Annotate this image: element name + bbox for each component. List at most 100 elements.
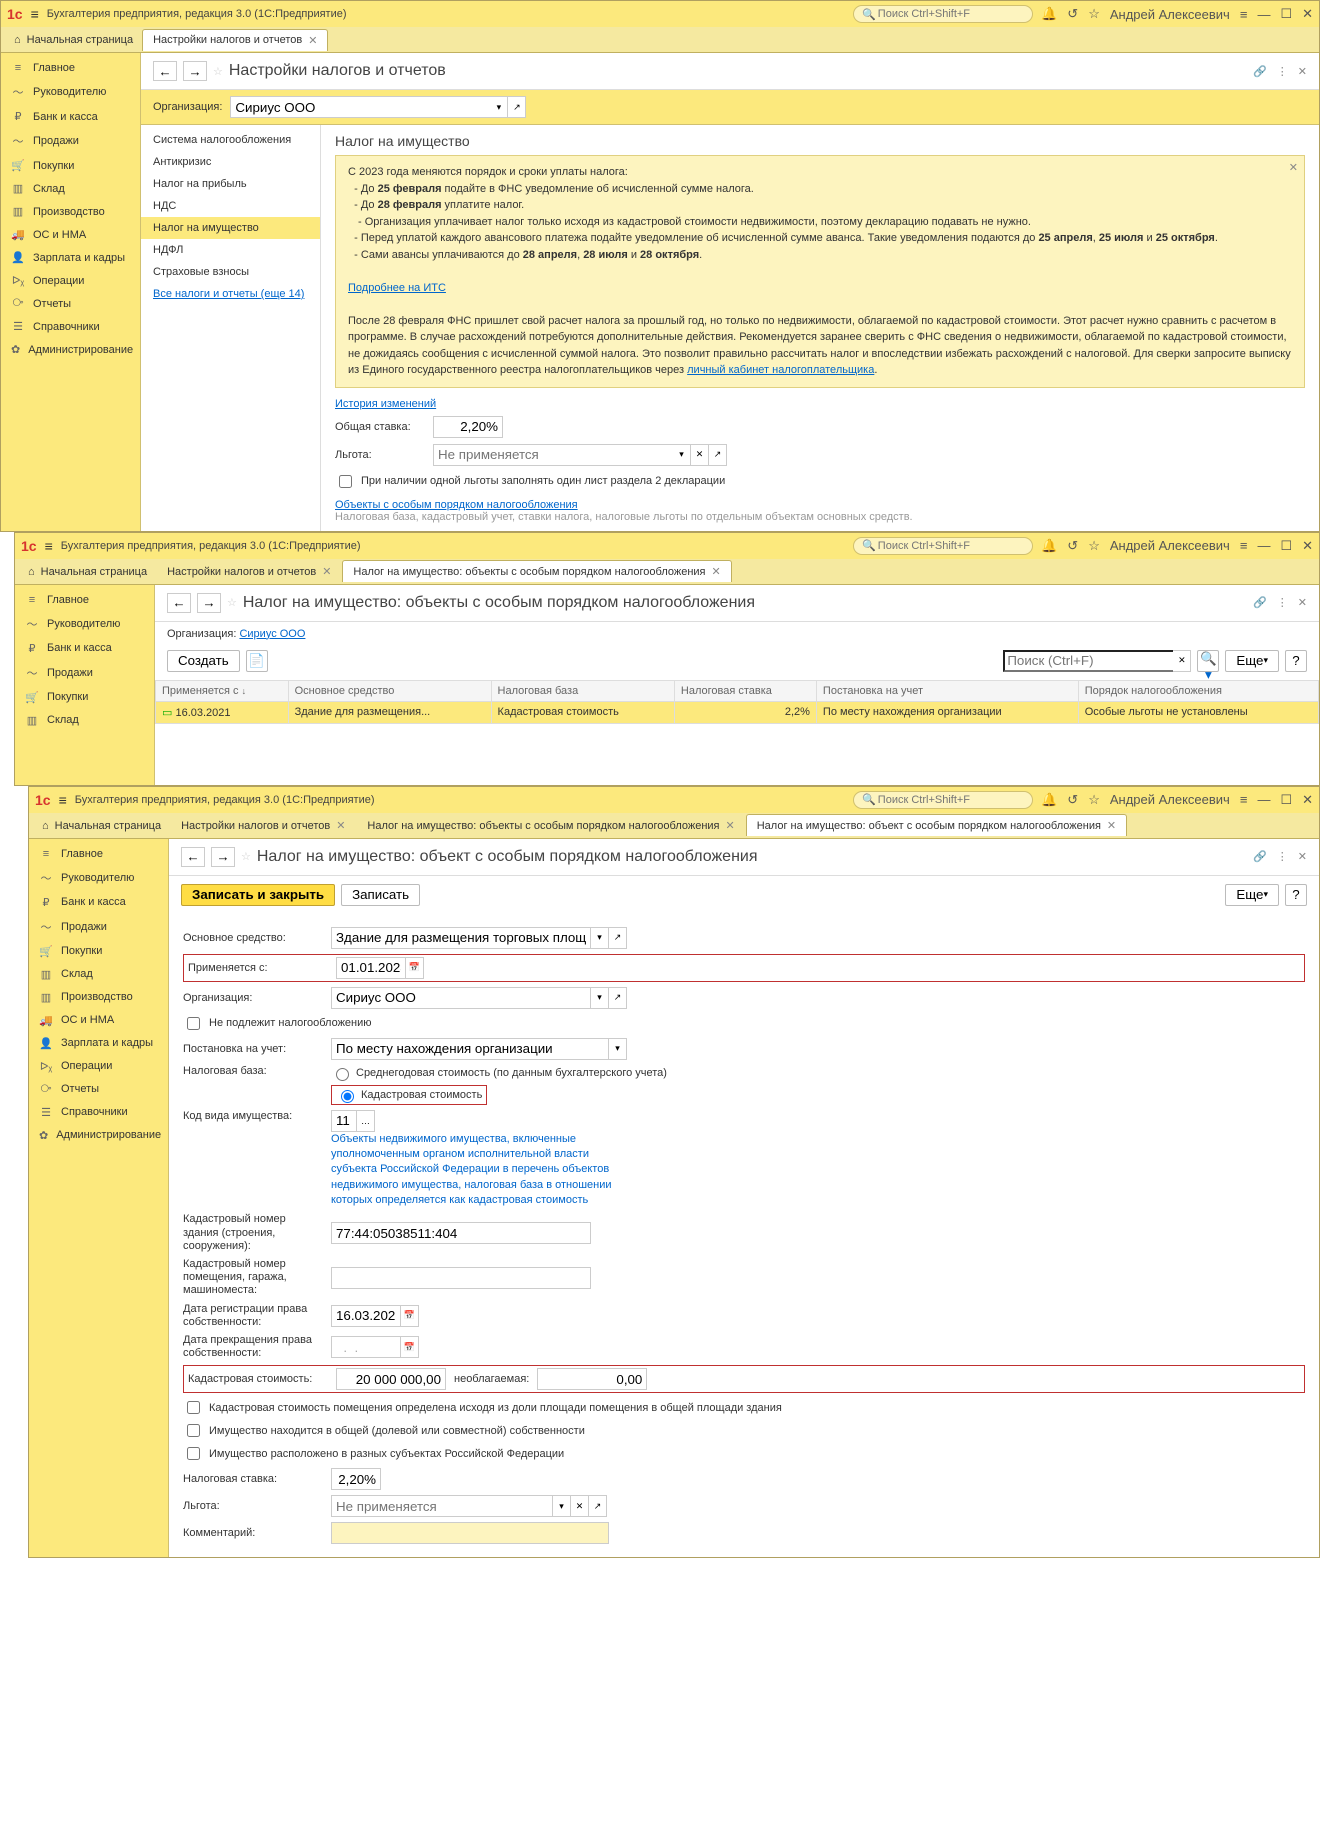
single-benefit-checkbox[interactable]	[339, 475, 352, 488]
back-button[interactable]: ←	[167, 593, 191, 613]
star-icon[interactable]: ☆	[1088, 538, 1100, 554]
sidebar-item[interactable]: 〜Продажи	[15, 660, 154, 686]
sidebar-item[interactable]: 👤Зарплата и кадры	[29, 1032, 168, 1055]
nontax-input[interactable]	[537, 1368, 647, 1390]
org-input[interactable]	[230, 96, 490, 118]
calendar-icon[interactable]: 📅	[401, 1305, 419, 1327]
sidebar-item[interactable]: 〜Руководителю	[1, 79, 140, 105]
sidebar-item[interactable]: ⧂Отчеты	[29, 1078, 168, 1101]
sidebar-item[interactable]: 〜Руководителю	[15, 611, 154, 637]
sidebar-item[interactable]: ▥Склад	[1, 177, 140, 200]
benefit-input[interactable]	[331, 1495, 553, 1517]
tax-item[interactable]: Налог на прибыль	[141, 173, 320, 195]
end-date-input[interactable]	[331, 1336, 401, 1358]
sidebar-item[interactable]: 👤Зарплата и кадры	[1, 246, 140, 269]
user-name[interactable]: Андрей Алексеевич	[1110, 7, 1230, 22]
more-icon[interactable]: ⋮	[1277, 65, 1288, 78]
maximize-icon[interactable]: ☐	[1280, 6, 1292, 22]
star-icon[interactable]: ☆	[241, 850, 251, 863]
rate-input[interactable]	[433, 416, 503, 438]
lk-link[interactable]: личный кабинет налогоплательщика	[687, 364, 874, 376]
shared-ownership-checkbox[interactable]	[187, 1424, 200, 1437]
history-icon[interactable]: ↺	[1067, 538, 1078, 554]
sidebar-item[interactable]: ᐅᵪОперации	[1, 269, 140, 292]
clear-icon[interactable]: ✕	[1173, 650, 1191, 672]
sidebar-item[interactable]: ⧂Отчеты	[1, 292, 140, 315]
menu-icon[interactable]: ≡	[59, 792, 67, 808]
open-icon[interactable]: ↗	[508, 96, 526, 118]
tab-home[interactable]: ⌂Начальная страница	[5, 29, 142, 51]
sidebar-item[interactable]: 🛒Покупки	[15, 686, 154, 709]
calendar-icon[interactable]: 📅	[401, 1336, 419, 1358]
sidebar-item[interactable]: 🚚ОС и НМА	[1, 223, 140, 246]
objects-link[interactable]: Объекты с особым порядком налогообложени…	[335, 499, 578, 511]
close-icon[interactable]: ✕	[1302, 6, 1313, 22]
calendar-icon[interactable]: 📅	[406, 957, 424, 979]
cadastral-room-input[interactable]	[331, 1267, 591, 1289]
help-button[interactable]: ?	[1285, 884, 1307, 906]
tax-item[interactable]: Налог на имущество	[141, 217, 320, 239]
sidebar-item[interactable]: ₽Банк и касса	[29, 891, 168, 914]
tab-objects-list[interactable]: Налог на имущество: объекты с особым пор…	[342, 560, 731, 582]
minimize-icon[interactable]: —	[1257, 7, 1270, 22]
star-icon[interactable]: ☆	[1088, 6, 1100, 22]
help-button[interactable]: ?	[1285, 650, 1307, 672]
global-search[interactable]: 🔍	[853, 5, 1033, 23]
sidebar-item[interactable]: ▥Производство	[29, 986, 168, 1009]
forward-button[interactable]: →	[197, 593, 221, 613]
save-close-button[interactable]: Записать и закрыть	[181, 884, 335, 906]
property-code-input[interactable]	[331, 1110, 357, 1132]
tab-home[interactable]: ⌂Начальная страница	[33, 814, 170, 836]
menu-icon[interactable]: ≡	[45, 538, 53, 554]
sidebar-item[interactable]: 🛒Покупки	[29, 940, 168, 963]
menu-icon[interactable]: ≡	[31, 6, 39, 22]
star-icon[interactable]: ☆	[213, 65, 223, 78]
copy-button[interactable]: 📄	[246, 650, 268, 672]
sidebar-item[interactable]: 🛒Покупки	[1, 154, 140, 177]
radio-cadastral[interactable]: Кадастровая стоимость	[331, 1085, 487, 1105]
radio-avg[interactable]: Среднегодовая стоимость (по данным бухга…	[331, 1065, 667, 1081]
close-icon[interactable]: ✕	[1289, 160, 1298, 177]
tab-settings[interactable]: Настройки налогов и отчетов✕	[142, 29, 328, 51]
col-date[interactable]: Применяется с ↓	[156, 680, 289, 701]
sidebar-item[interactable]: 〜Продажи	[1, 128, 140, 154]
col-rate[interactable]: Налоговая ставка	[674, 680, 816, 701]
bell-icon[interactable]: 🔔	[1041, 538, 1057, 554]
clear-icon[interactable]: ✕	[691, 444, 709, 466]
reg-date-input[interactable]	[331, 1305, 401, 1327]
open-icon[interactable]: ↗	[709, 444, 727, 466]
table-row[interactable]: ▭ 16.03.2021 Здание для размещения... Ка…	[156, 701, 1319, 723]
back-button[interactable]: ←	[153, 61, 177, 81]
asset-input[interactable]	[331, 927, 591, 949]
tab-object-item[interactable]: Налог на имущество: объект с особым поря…	[746, 814, 1127, 836]
tax-rate-input[interactable]	[331, 1468, 381, 1490]
tab-settings[interactable]: Настройки налогов и отчетов✕	[156, 560, 342, 582]
sidebar-item[interactable]: ≡Главное	[29, 843, 168, 865]
all-taxes-link[interactable]: Все налоги и отчеты (еще 14)	[141, 283, 320, 305]
reg-select[interactable]	[331, 1038, 609, 1060]
tab-home[interactable]: ⌂Начальная страница	[19, 560, 156, 582]
back-button[interactable]: ←	[181, 847, 205, 867]
forward-button[interactable]: →	[211, 847, 235, 867]
tax-item[interactable]: НДС	[141, 195, 320, 217]
cadastral-number-input[interactable]	[331, 1222, 591, 1244]
benefit-input[interactable]	[433, 444, 673, 466]
sidebar-item[interactable]: 🚚ОС и НМА	[29, 1009, 168, 1032]
sidebar-item[interactable]: ☰Справочники	[1, 315, 140, 338]
col-base[interactable]: Налоговая база	[491, 680, 674, 701]
sidebar-item[interactable]: 〜Продажи	[29, 914, 168, 940]
tax-item[interactable]: Страховые взносы	[141, 261, 320, 283]
comment-input[interactable]	[331, 1522, 609, 1544]
bell-icon[interactable]: 🔔	[1041, 6, 1057, 22]
history-icon[interactable]: ↺	[1067, 6, 1078, 22]
forward-button[interactable]: →	[183, 61, 207, 81]
col-reg[interactable]: Постановка на учет	[816, 680, 1078, 701]
close-icon[interactable]: ✕	[1298, 65, 1307, 78]
link-icon[interactable]: 🔗	[1253, 65, 1267, 78]
more-button[interactable]: Еще ▾	[1225, 650, 1279, 672]
col-order[interactable]: Порядок налогообложения	[1078, 680, 1318, 701]
multi-region-checkbox[interactable]	[187, 1447, 200, 1460]
list-search[interactable]	[1003, 650, 1173, 672]
search-input[interactable]	[876, 7, 1024, 21]
dropdown-icon[interactable]: ▾	[673, 444, 691, 466]
